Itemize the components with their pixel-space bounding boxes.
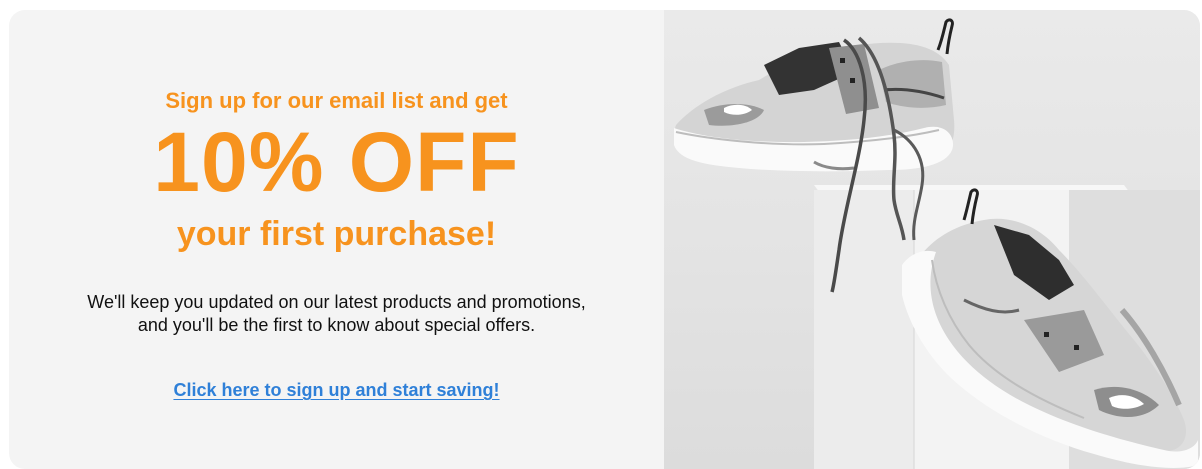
promo-description: We'll keep you updated on our latest pro… (9, 291, 664, 337)
sneakers-illustration (674, 18, 1200, 469)
promo-description-line-1: We'll keep you updated on our latest pro… (87, 292, 586, 312)
promo-banner: Sign up for our email list and get 10% O… (9, 10, 1200, 469)
promo-subhead: your first purchase! (176, 215, 497, 253)
sneakers-photo (664, 10, 1200, 469)
promo-kicker: Sign up for our email list and get (165, 88, 508, 113)
promo-description-line-2: and you'll be the first to know about sp… (137, 315, 536, 335)
promo-headline: 10% OFF (153, 115, 520, 209)
promo-text-panel: Sign up for our email list and get 10% O… (9, 10, 664, 469)
top-sneaker (674, 18, 955, 172)
signup-link[interactable]: Click here to sign up and start saving! (9, 380, 664, 401)
